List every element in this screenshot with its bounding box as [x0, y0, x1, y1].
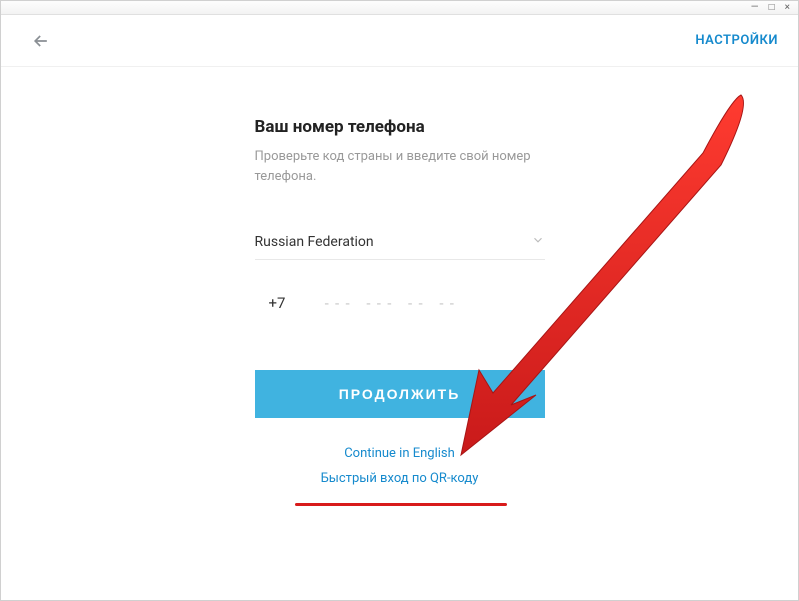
- phone-number-input[interactable]: --- --- -- --: [323, 296, 459, 312]
- close-button[interactable]: ×: [785, 3, 790, 13]
- continue-button[interactable]: ПРОДОЛЖИТЬ: [255, 370, 545, 418]
- minimize-button[interactable]: —: [751, 3, 759, 13]
- annotation-underline: [295, 503, 507, 506]
- back-button[interactable]: [29, 29, 53, 53]
- content-area: Ваш номер телефона Проверьте код страны …: [1, 67, 798, 496]
- continue-english-link[interactable]: Continue in English: [255, 446, 545, 461]
- arrow-left-icon: [31, 31, 51, 51]
- dial-code: +7: [269, 294, 299, 312]
- phone-input-row[interactable]: +7 --- --- -- --: [255, 294, 545, 312]
- page-subtitle: Проверьте код страны и введите свой номе…: [255, 147, 545, 186]
- app-window: — □ × НАСТРОЙКИ Ваш номер телефона Прове…: [0, 0, 799, 601]
- chevron-down-icon: [531, 232, 545, 251]
- links-section: Continue in English Быстрый вход по QR-к…: [255, 446, 545, 486]
- country-selector[interactable]: Russian Federation: [255, 232, 545, 260]
- title-bar: — □ ×: [1, 1, 798, 15]
- page-title: Ваш номер телефона: [255, 117, 545, 137]
- maximize-button[interactable]: □: [769, 3, 775, 13]
- country-name: Russian Federation: [255, 234, 374, 250]
- header: НАСТРОЙКИ: [1, 15, 798, 67]
- login-form: Ваш номер телефона Проверьте код страны …: [255, 117, 545, 496]
- settings-link[interactable]: НАСТРОЙКИ: [695, 33, 778, 48]
- qr-login-link[interactable]: Быстрый вход по QR-коду: [255, 471, 545, 486]
